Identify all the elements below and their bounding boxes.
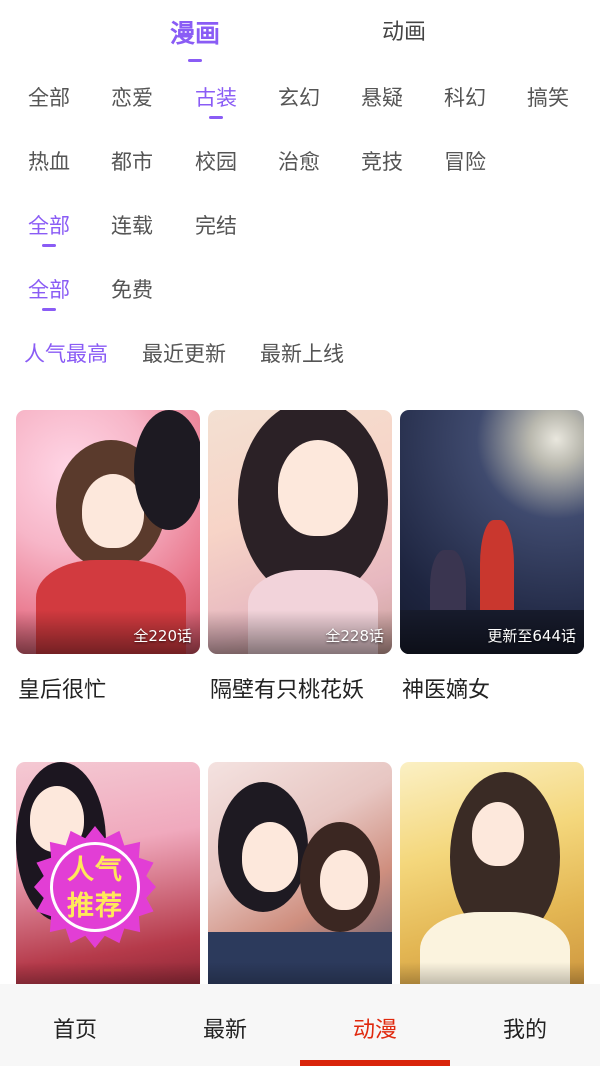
status-active-indicator <box>42 244 56 247</box>
genre-comedy[interactable]: 搞笑 <box>527 82 569 112</box>
comic-title[interactable]: 隔壁有只桃花妖 <box>210 672 364 704</box>
genre-filter-row-2: 热血 都市 校园 治愈 竞技 冒险 <box>0 146 600 186</box>
genre-active-indicator <box>209 116 223 119</box>
tab-active-indicator <box>188 59 202 62</box>
genre-all[interactable]: 全部 <box>28 82 70 112</box>
price-filter-row: 全部 免费 <box>0 274 600 314</box>
comic-cover[interactable]: 更新至644话 <box>400 410 584 654</box>
genre-sports[interactable]: 竞技 <box>361 146 403 176</box>
sort-popular[interactable]: 人气最高 <box>24 338 108 368</box>
nav-mine[interactable]: 我的 <box>450 984 600 1066</box>
genre-campus[interactable]: 校园 <box>195 146 237 176</box>
comic-cover[interactable] <box>400 762 584 1006</box>
top-tab-bar: 漫画 动画 <box>0 0 600 62</box>
status-filter-row: 全部 连载 完结 <box>0 210 600 250</box>
nav-home[interactable]: 首页 <box>0 984 150 1066</box>
status-completed[interactable]: 完结 <box>195 210 237 240</box>
genre-adventure[interactable]: 冒险 <box>444 146 486 176</box>
genre-filter-row-1: 全部 恋爱 古装 玄幻 悬疑 科幻 搞笑 <box>0 82 600 122</box>
status-all[interactable]: 全部 <box>28 210 70 247</box>
genre-scifi[interactable]: 科幻 <box>444 82 486 112</box>
comic-cover[interactable]: 全220话 <box>16 410 200 654</box>
price-active-indicator <box>42 308 56 311</box>
price-free[interactable]: 免费 <box>111 274 153 304</box>
episode-count: 更新至644话 <box>487 627 576 645</box>
sort-row: 人气最高 最近更新 最新上线 <box>0 338 600 378</box>
sort-recent-update[interactable]: 最近更新 <box>142 338 226 368</box>
genre-mystery[interactable]: 悬疑 <box>361 82 403 112</box>
genre-healing[interactable]: 治愈 <box>278 146 320 176</box>
status-ongoing[interactable]: 连载 <box>111 210 153 240</box>
episode-count: 全220话 <box>133 627 192 645</box>
comic-title[interactable]: 皇后很忙 <box>18 672 106 704</box>
genre-romance[interactable]: 恋爱 <box>111 82 153 112</box>
comic-cover[interactable]: 全228话 <box>208 410 392 654</box>
nav-anime[interactable]: 动漫 <box>300 984 450 1066</box>
episode-count: 全228话 <box>325 627 384 645</box>
sort-newest[interactable]: 最新上线 <box>260 338 344 368</box>
genre-fantasy[interactable]: 玄幻 <box>278 82 320 112</box>
nav-active-indicator <box>300 1060 450 1066</box>
genre-ancient[interactable]: 古装 <box>195 82 237 119</box>
genre-passion[interactable]: 热血 <box>28 146 70 176</box>
nav-latest[interactable]: 最新 <box>150 984 300 1066</box>
popular-recommend-badge: 人气 推荐 <box>34 826 156 948</box>
tab-manhua[interactable]: 漫画 <box>170 14 220 62</box>
price-all[interactable]: 全部 <box>28 274 70 311</box>
tab-donghua[interactable]: 动画 <box>382 14 426 46</box>
comic-title[interactable]: 神医嫡女 <box>402 672 490 704</box>
bottom-nav: 首页 最新 动漫 我的 <box>0 984 600 1066</box>
comic-cover[interactable] <box>208 762 392 1006</box>
genre-urban[interactable]: 都市 <box>111 146 153 176</box>
